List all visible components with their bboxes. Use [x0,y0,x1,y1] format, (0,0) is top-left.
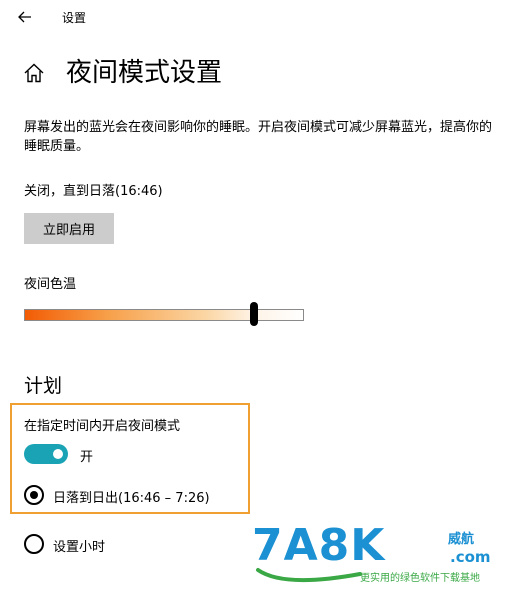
settings-page: 设置 夜间模式设置 屏幕发出的蓝光会在夜间影响你的睡眠。开启夜间模式可减少屏幕蓝… [0,0,513,589]
schedule-toggle[interactable] [24,444,68,464]
page-title: 夜间模式设置 [66,58,223,88]
toggle-knob [53,449,63,459]
schedule-heading: 计划 [24,375,63,397]
sunset-to-sunrise-radio[interactable] [24,485,44,505]
app-title: 设置 [62,11,87,25]
enable-now-button[interactable]: 立即启用 [24,213,114,244]
set-hours-radio[interactable] [24,534,44,554]
night-light-status: 关闭，直到日落(16:46) [24,184,163,199]
color-temperature-track[interactable] [24,309,304,321]
watermark: 7A8K 威航 .com 更实用的绿色软件下载基地 [252,522,513,589]
back-button[interactable] [12,4,38,30]
arrow-left-icon [18,11,31,23]
watermark-badge: 威航 [448,532,475,547]
watermark-suffix: .com [450,548,491,566]
toggle-state-text: 开 [80,450,94,465]
set-hours-label[interactable]: 设置小时 [53,536,105,555]
watermark-slogan: 更实用的绿色软件下载基地 [360,573,480,584]
watermark-swoosh-icon [256,568,362,583]
sunset-to-sunrise-label[interactable]: 日落到日出(16:46 – 7:26) [53,487,210,506]
watermark-logo: 7A8K [252,520,386,571]
radio-selected-dot [30,491,38,499]
color-temperature-slider[interactable] [24,300,304,328]
color-temperature-label: 夜间色温 [24,277,77,292]
schedule-toggle-label: 在指定时间内开启夜间模式 [24,419,181,434]
night-light-description: 屏幕发出的蓝光会在夜间影响你的睡眠。开启夜间模式可减少屏幕蓝光，提高你的睡眠质量… [24,120,493,154]
color-temperature-thumb[interactable] [249,302,258,326]
title-bar: 设置 [0,0,513,34]
home-icon [24,63,44,83]
